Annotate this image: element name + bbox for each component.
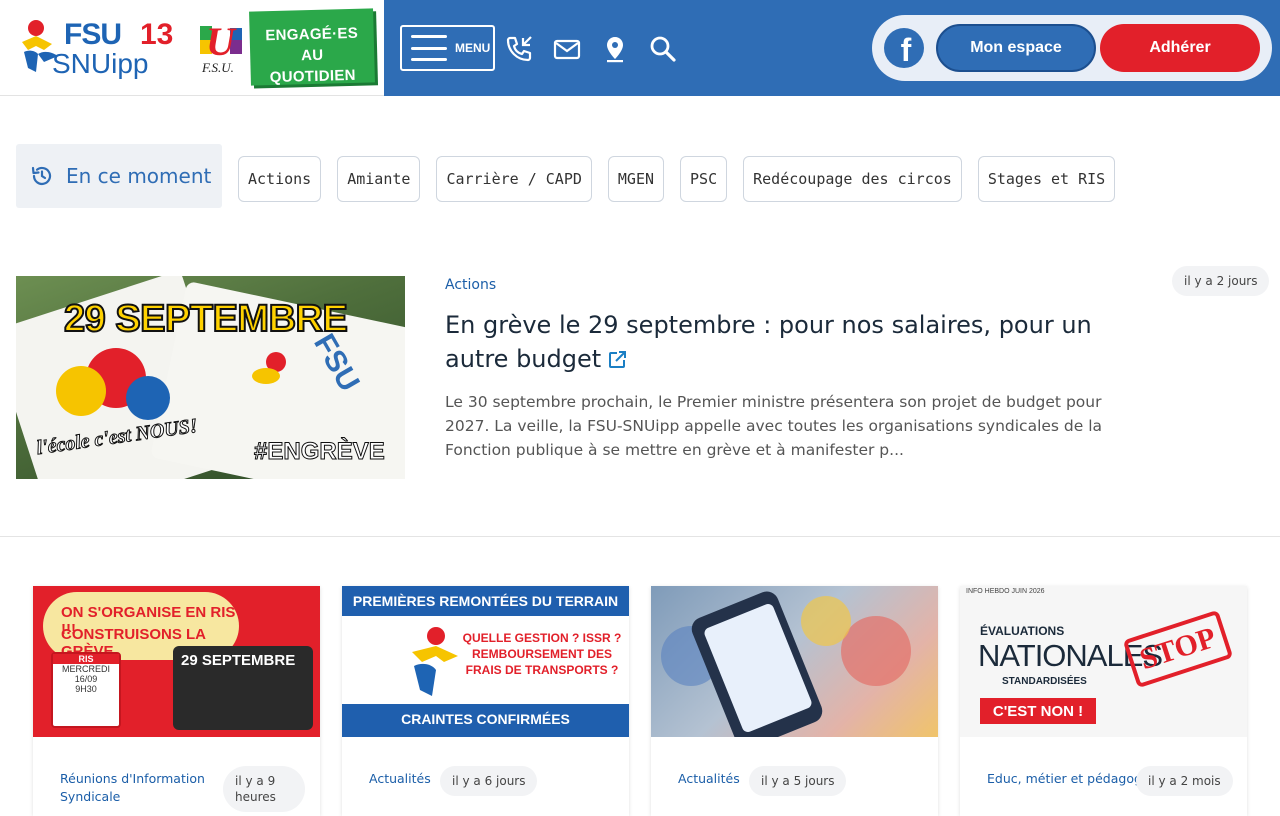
- article-card[interactable]: INFO HEBDO JUIN 2026 ÉVALUATIONS NATIONA…: [960, 586, 1247, 816]
- phone-icon[interactable]: [504, 34, 534, 64]
- featured-image-hashtag: #ENGRÈVE: [254, 438, 386, 466]
- card-image-line: STANDARDISÉES: [1002, 676, 1087, 687]
- cal-line: 16/09: [74, 674, 98, 684]
- fsu-figure-icon: [412, 627, 458, 696]
- card-image-line: ÉVALUATIONS: [980, 624, 1065, 638]
- fsu-snuipp-logo[interactable]: FSU 13 SNUipp: [14, 12, 184, 82]
- card-image-line: CRAINTES CONFIRMÉES: [401, 711, 570, 727]
- logo-number: 13: [140, 18, 174, 51]
- card-image-date: 29 SEPTEMBRE: [181, 652, 296, 669]
- tag-mgen[interactable]: MGEN: [607, 156, 665, 202]
- featured-title: En grève le 29 septembre : pour nos sala…: [445, 311, 1092, 373]
- tag-redecoupage[interactable]: Redécoupage des circos: [743, 156, 962, 202]
- calendar-icon: RIS MERCREDI 16/09 9H30: [51, 652, 121, 728]
- date-panel: 29 SEPTEMBRE: [173, 646, 313, 730]
- tag-carriere-capd[interactable]: Carrière / CAPD: [436, 156, 592, 202]
- featured-time: il y a 2 jours: [1172, 266, 1270, 296]
- card-image-line: C'EST NON !: [980, 698, 1096, 724]
- site-header: FSU 13 SNUipp U F.S.U. ENGAGÉ·ES AU QUOT…: [0, 0, 1280, 96]
- color-blob: [252, 368, 280, 384]
- hamburger-icon: [411, 35, 447, 61]
- logo-snuipp-text: SNUipp: [52, 48, 149, 79]
- logo-fsu-text: FSU: [64, 18, 122, 51]
- featured-description: Le 30 septembre prochain, le Premier min…: [445, 393, 1103, 459]
- color-blob: [56, 366, 106, 416]
- external-link-icon: [609, 351, 627, 368]
- cal-line: 9H30: [75, 684, 97, 694]
- account-actions: f Mon espace Adhérer: [872, 15, 1272, 81]
- en-ce-moment-box: En ce moment: [16, 144, 222, 208]
- adherer-button[interactable]: Adhérer: [1100, 24, 1260, 72]
- engage-badge: ENGAGÉ·ES AU QUOTIDIEN: [249, 8, 375, 86]
- tag-amiante[interactable]: Amiante: [337, 156, 421, 202]
- en-ce-moment-label: En ce moment: [66, 164, 212, 188]
- article-card[interactable]: PREMIÈRES REMONTÉES DU TERRAIN QUELLE GE…: [342, 586, 629, 816]
- engage-line-2: AU QUOTIDIEN: [269, 46, 356, 87]
- menu-label: MENU: [455, 41, 491, 55]
- card-image-line: INFO HEBDO JUIN 2026: [966, 588, 1045, 595]
- card-category[interactable]: Réunions d'Information Syndicale: [60, 770, 230, 806]
- topic-tags: Actions Amiante Carrière / CAPD MGEN PSC…: [238, 156, 1116, 202]
- stop-stamp: STOP: [1122, 609, 1234, 689]
- card-image-line: PREMIÈRES REMONTÉES DU TERRAIN: [352, 593, 619, 609]
- fsu-union-logo[interactable]: U F.S.U.: [198, 18, 246, 78]
- card-image-line: FRAIS DE TRANSPORTS ?: [465, 663, 619, 677]
- featured-title-link[interactable]: En grève le 29 septembre : pour nos sala…: [445, 308, 1135, 376]
- history-icon: [31, 166, 52, 185]
- union-sub: F.S.U.: [202, 60, 234, 75]
- card-time: il y a 5 jours: [749, 766, 847, 796]
- image-band: CRAINTES CONFIRMÉES: [342, 704, 629, 737]
- card-image-questions: QUELLE GESTION ? ISSR ? REMBOURSEMENT DE…: [462, 630, 622, 678]
- card-time: il y a 6 jours: [440, 766, 538, 796]
- card-category[interactable]: Educ, métier et pédagogie: [987, 770, 1157, 788]
- article-card[interactable]: ON S'ORGANISE EN RIS !!! CONSTRUISONS LA…: [33, 586, 320, 816]
- facebook-glyph: f: [900, 32, 912, 68]
- engage-line-1: ENGAGÉ·ES: [265, 24, 359, 45]
- card-image: INFO HEBDO JUIN 2026 ÉVALUATIONS NATIONA…: [960, 586, 1247, 737]
- card-image-line: QUELLE GESTION ? ISSR ?: [462, 631, 622, 645]
- card-image: PREMIÈRES REMONTÉES DU TERRAIN QUELLE GE…: [342, 586, 629, 737]
- featured-category[interactable]: Actions: [445, 277, 496, 293]
- card-image-line: REMBOURSEMENT DES: [471, 647, 612, 661]
- tag-actions[interactable]: Actions: [238, 156, 322, 202]
- search-icon[interactable]: [648, 34, 678, 64]
- facebook-icon[interactable]: f: [884, 28, 924, 68]
- top-navigation-bar: MENU f Mon espace Adhérer: [384, 0, 1280, 96]
- article-card[interactable]: Actualités il y a 5 jours: [651, 586, 938, 816]
- section-divider: [0, 536, 1280, 537]
- color-blob: [801, 596, 851, 646]
- menu-button[interactable]: MENU: [400, 25, 495, 71]
- cal-line: RIS: [53, 654, 119, 664]
- featured-article-image[interactable]: 29 SEPTEMBRE FSU l'école c'est NOUS! #EN…: [16, 276, 405, 479]
- image-band: PREMIÈRES REMONTÉES DU TERRAIN: [342, 586, 629, 616]
- card-image: [651, 586, 938, 737]
- location-pin-icon[interactable]: [600, 34, 630, 64]
- tag-psc[interactable]: PSC: [680, 156, 728, 202]
- color-blob: [841, 616, 911, 686]
- tag-stages-ris[interactable]: Stages et RIS: [977, 156, 1116, 202]
- card-time: il y a 9 heures: [223, 766, 305, 812]
- union-letter: U: [206, 19, 235, 64]
- logo-zone: FSU 13 SNUipp U F.S.U. ENGAGÉ·ES AU QUOT…: [0, 0, 384, 96]
- featured-image-headline: 29 SEPTEMBRE: [63, 297, 349, 341]
- card-image: ON S'ORGANISE EN RIS !!! CONSTRUISONS LA…: [33, 586, 320, 737]
- mon-espace-button[interactable]: Mon espace: [936, 24, 1096, 72]
- mail-icon[interactable]: [552, 34, 582, 64]
- card-time: il y a 2 mois: [1136, 766, 1233, 796]
- cal-line: MERCREDI: [61, 664, 110, 674]
- color-blob: [126, 376, 170, 420]
